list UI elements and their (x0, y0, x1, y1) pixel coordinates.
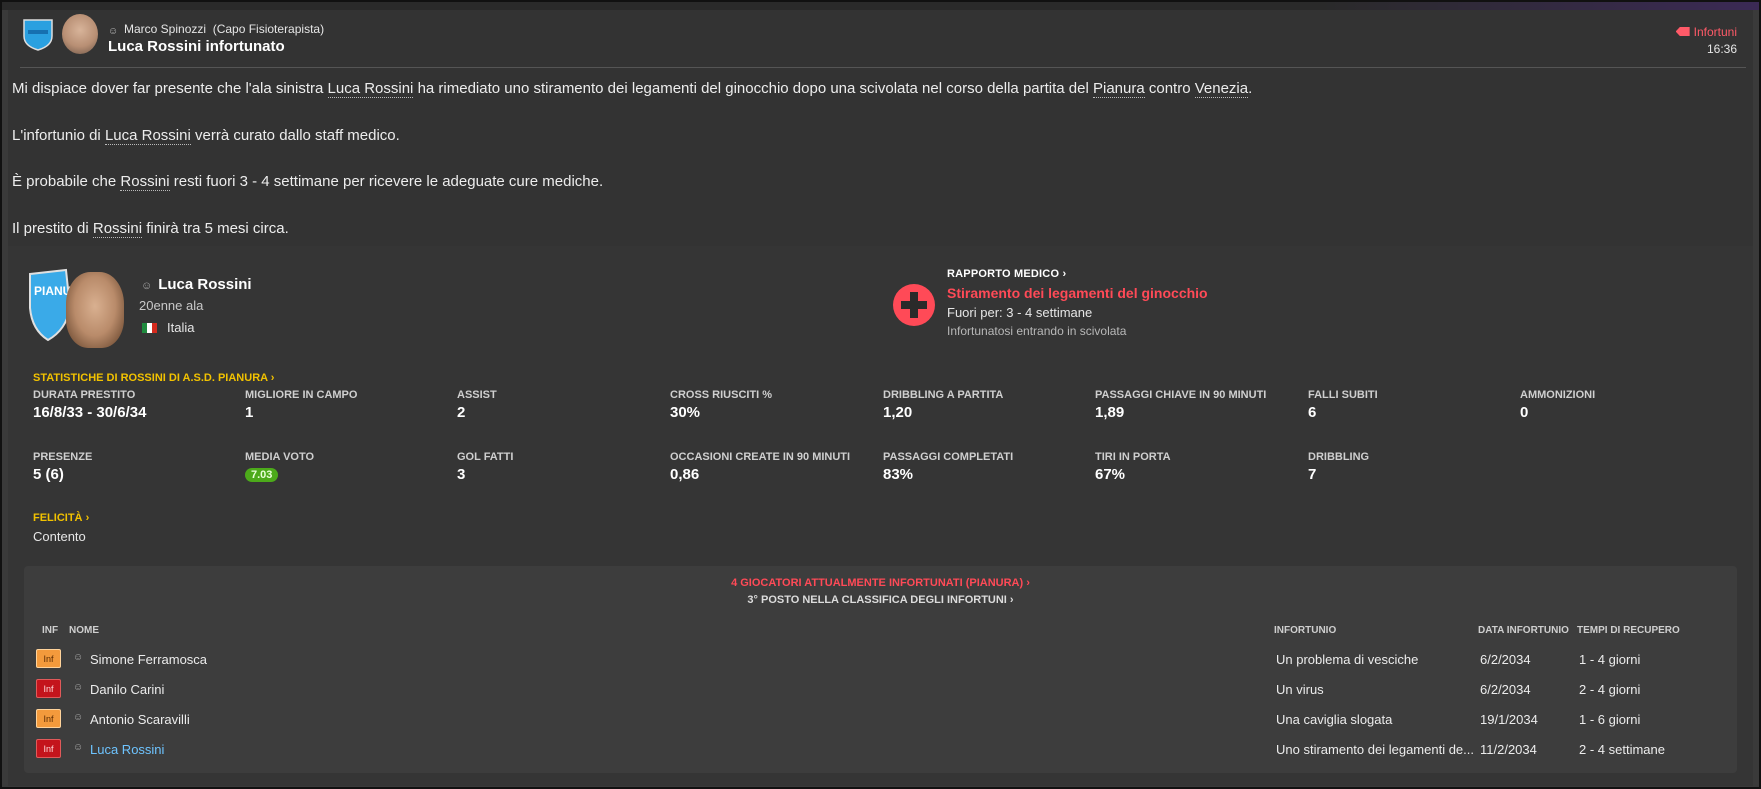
window-frame (0, 0, 1761, 789)
